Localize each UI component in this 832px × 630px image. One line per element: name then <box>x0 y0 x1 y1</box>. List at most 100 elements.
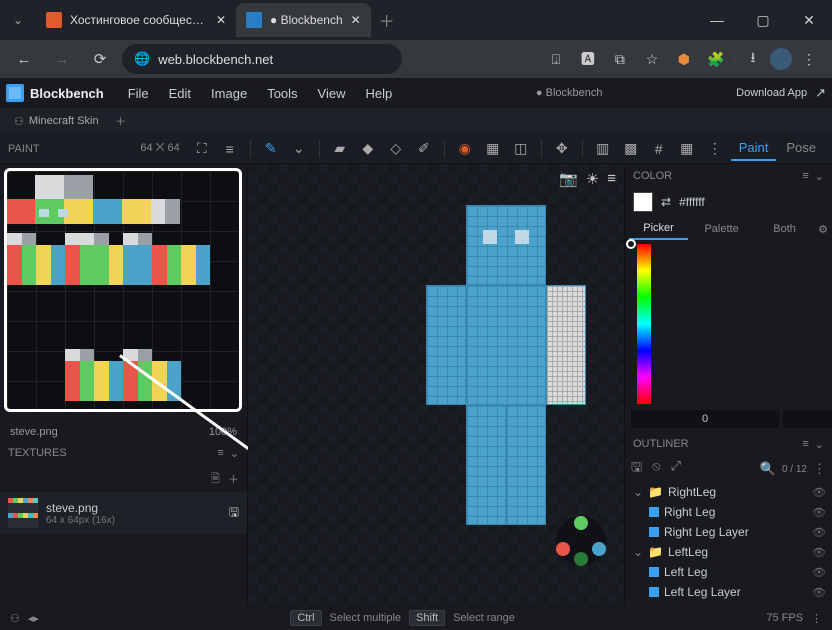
uv-editor[interactable] <box>0 164 247 424</box>
color-wheel-icon[interactable]: ◉ <box>453 137 477 161</box>
snap-icon[interactable]: # <box>647 137 671 161</box>
gear-icon[interactable]: ⚙ <box>818 223 828 236</box>
checker-icon[interactable]: ▩ <box>619 137 643 161</box>
3d-viewport[interactable]: 📷 ☀ ≡ <box>248 164 624 606</box>
fullscreen-icon[interactable]: ⛶ <box>190 137 214 161</box>
app-logo[interactable]: Blockbench <box>6 84 104 102</box>
move-icon[interactable]: ✥ <box>550 137 574 161</box>
visibility-icon[interactable]: 👁 <box>812 506 826 519</box>
profile-icon[interactable] <box>770 48 792 70</box>
visibility-toggle-icon[interactable]: ⦸ <box>652 458 660 480</box>
color-hex[interactable]: #ffffff <box>679 195 705 209</box>
swap-colors-icon[interactable]: ⇄ <box>661 195 671 209</box>
tree-folder[interactable]: ⌄📁RightLeg👁 <box>625 482 832 502</box>
translate-icon[interactable]: 🅰 <box>573 44 603 74</box>
menu-file[interactable]: File <box>118 78 159 108</box>
color-swatch[interactable] <box>633 192 653 212</box>
tree-cube[interactable]: Right Leg👁 <box>625 502 832 522</box>
hue-slider[interactable] <box>637 244 651 404</box>
brush-tool-icon[interactable]: ✎ <box>259 137 283 161</box>
add-texture-icon[interactable]: ＋ <box>228 471 239 487</box>
visibility-icon[interactable]: 👁 <box>812 526 826 539</box>
panel-dropdown-icon[interactable]: ≡ <box>802 170 808 183</box>
axis-gizmo[interactable] <box>556 516 606 566</box>
menu-tools[interactable]: Tools <box>257 78 307 108</box>
import-texture-icon[interactable]: 🗎 <box>211 470 220 489</box>
tree-cube[interactable]: Left Leg Layer👁 <box>625 582 832 602</box>
mirror-icon[interactable]: ▥ <box>591 137 615 161</box>
select-icon[interactable]: ◫ <box>509 137 533 161</box>
close-button[interactable]: ✕ <box>786 0 832 40</box>
menu-view[interactable]: View <box>308 78 356 108</box>
bookmark-icon[interactable]: ☆ <box>637 44 667 74</box>
visibility-icon[interactable]: 👁 <box>812 586 826 599</box>
tree-cube[interactable]: Left Leg👁 <box>625 562 832 582</box>
save-texture-icon[interactable]: 🖫 <box>229 503 239 524</box>
browser-tab-2[interactable]: ● Blockbench ✕ <box>236 3 371 37</box>
mode-paint[interactable]: Paint <box>731 136 777 161</box>
file-tab[interactable]: ⚇ Minecraft Skin <box>4 108 109 134</box>
settings-icon[interactable]: ≡ <box>607 170 616 188</box>
camera-icon[interactable]: 📷 <box>559 170 578 188</box>
menu-edit[interactable]: Edit <box>159 78 201 108</box>
bucket-tool-icon[interactable]: ▰ <box>328 137 352 161</box>
grid-icon[interactable]: ▦ <box>481 137 505 161</box>
external-link-icon[interactable]: ↗ <box>815 85 826 101</box>
close-icon[interactable]: ✕ <box>216 13 226 27</box>
texture-item[interactable]: steve.png 64 x 64px (16x) 🖫 <box>0 492 247 534</box>
menu-help[interactable]: Help <box>356 78 403 108</box>
visibility-icon[interactable]: 👁 <box>812 486 826 499</box>
save-outliner-icon[interactable]: 🖫 <box>631 458 642 480</box>
status-more-icon[interactable]: ⋮ <box>811 612 822 625</box>
browser-tab-1[interactable]: Хостинговое сообщество «Tin ✕ <box>36 3 236 37</box>
scrub-icon[interactable]: ◂▸ <box>28 612 39 625</box>
back-button[interactable]: ← <box>8 43 40 75</box>
visibility-icon[interactable]: 👁 <box>812 566 826 579</box>
new-file-tab[interactable]: ＋ <box>109 113 133 129</box>
more-icon[interactable]: ⋮ <box>703 137 727 161</box>
panel-collapse-icon[interactable]: ⌄ <box>815 170 824 183</box>
overflow-icon[interactable]: ⌄ <box>287 137 311 161</box>
pose-mode-icon[interactable]: ⚇ <box>10 612 20 625</box>
panel-collapse-icon[interactable]: ⌄ <box>230 447 239 460</box>
url-field[interactable]: 🌐 web.blockbench.net <box>122 44 402 74</box>
dropdown-icon[interactable]: ≡ <box>218 137 242 161</box>
downloads-icon[interactable]: ⭳ <box>738 44 768 74</box>
expand-icon[interactable]: ⤢ <box>671 458 681 480</box>
search-icon[interactable]: 🔍 <box>760 461 776 477</box>
reader-icon[interactable]: ⧉ <box>605 44 635 74</box>
both-tab[interactable]: Both <box>755 219 814 239</box>
eraser-tool-icon[interactable]: ◇ <box>384 137 408 161</box>
stamp-tool-icon[interactable]: ◆ <box>356 137 380 161</box>
color-g-input[interactable] <box>783 410 832 428</box>
extensions-icon[interactable]: 🧩 <box>701 44 731 74</box>
maximize-button[interactable]: ▢ <box>740 0 786 40</box>
extension-metamask-icon[interactable]: ⬢ <box>669 44 699 74</box>
palette-tab[interactable]: Palette <box>692 219 751 239</box>
menu-image[interactable]: Image <box>201 78 257 108</box>
mode-pose[interactable]: Pose <box>778 136 824 161</box>
install-app-icon[interactable]: ⍗ <box>541 44 571 74</box>
tree-cube[interactable]: Right Leg Layer👁 <box>625 522 832 542</box>
visibility-icon[interactable]: 👁 <box>812 546 826 559</box>
close-icon[interactable]: ✕ <box>351 13 361 27</box>
chevron-down-icon[interactable]: ⌄ <box>633 545 643 559</box>
eyedropper-tool-icon[interactable]: ✐ <box>412 137 436 161</box>
tree-folder[interactable]: ⌄📁LeftLeg👁 <box>625 542 832 562</box>
panel-collapse-icon[interactable]: ⌄ <box>815 438 824 451</box>
panel-dropdown-icon[interactable]: ≡ <box>217 447 223 460</box>
outliner-more-icon[interactable]: ⋮ <box>813 461 826 477</box>
tab-list-button[interactable]: ⌄ <box>0 2 36 38</box>
forward-button[interactable]: → <box>46 43 78 75</box>
new-tab-button[interactable]: ＋ <box>371 8 403 32</box>
panel-dropdown-icon[interactable]: ≡ <box>802 438 808 451</box>
picker-tab[interactable]: Picker <box>629 218 688 240</box>
light-icon[interactable]: ☀ <box>586 170 599 188</box>
chevron-down-icon[interactable]: ⌄ <box>633 485 643 499</box>
apps-icon[interactable]: ▦ <box>675 137 699 161</box>
color-r-input[interactable] <box>631 410 779 428</box>
reload-button[interactable]: ⟳ <box>84 43 116 75</box>
minimize-button[interactable]: — <box>694 0 740 40</box>
download-app-link[interactable]: Download App <box>736 87 807 99</box>
menu-icon[interactable]: ⋮ <box>794 44 824 74</box>
